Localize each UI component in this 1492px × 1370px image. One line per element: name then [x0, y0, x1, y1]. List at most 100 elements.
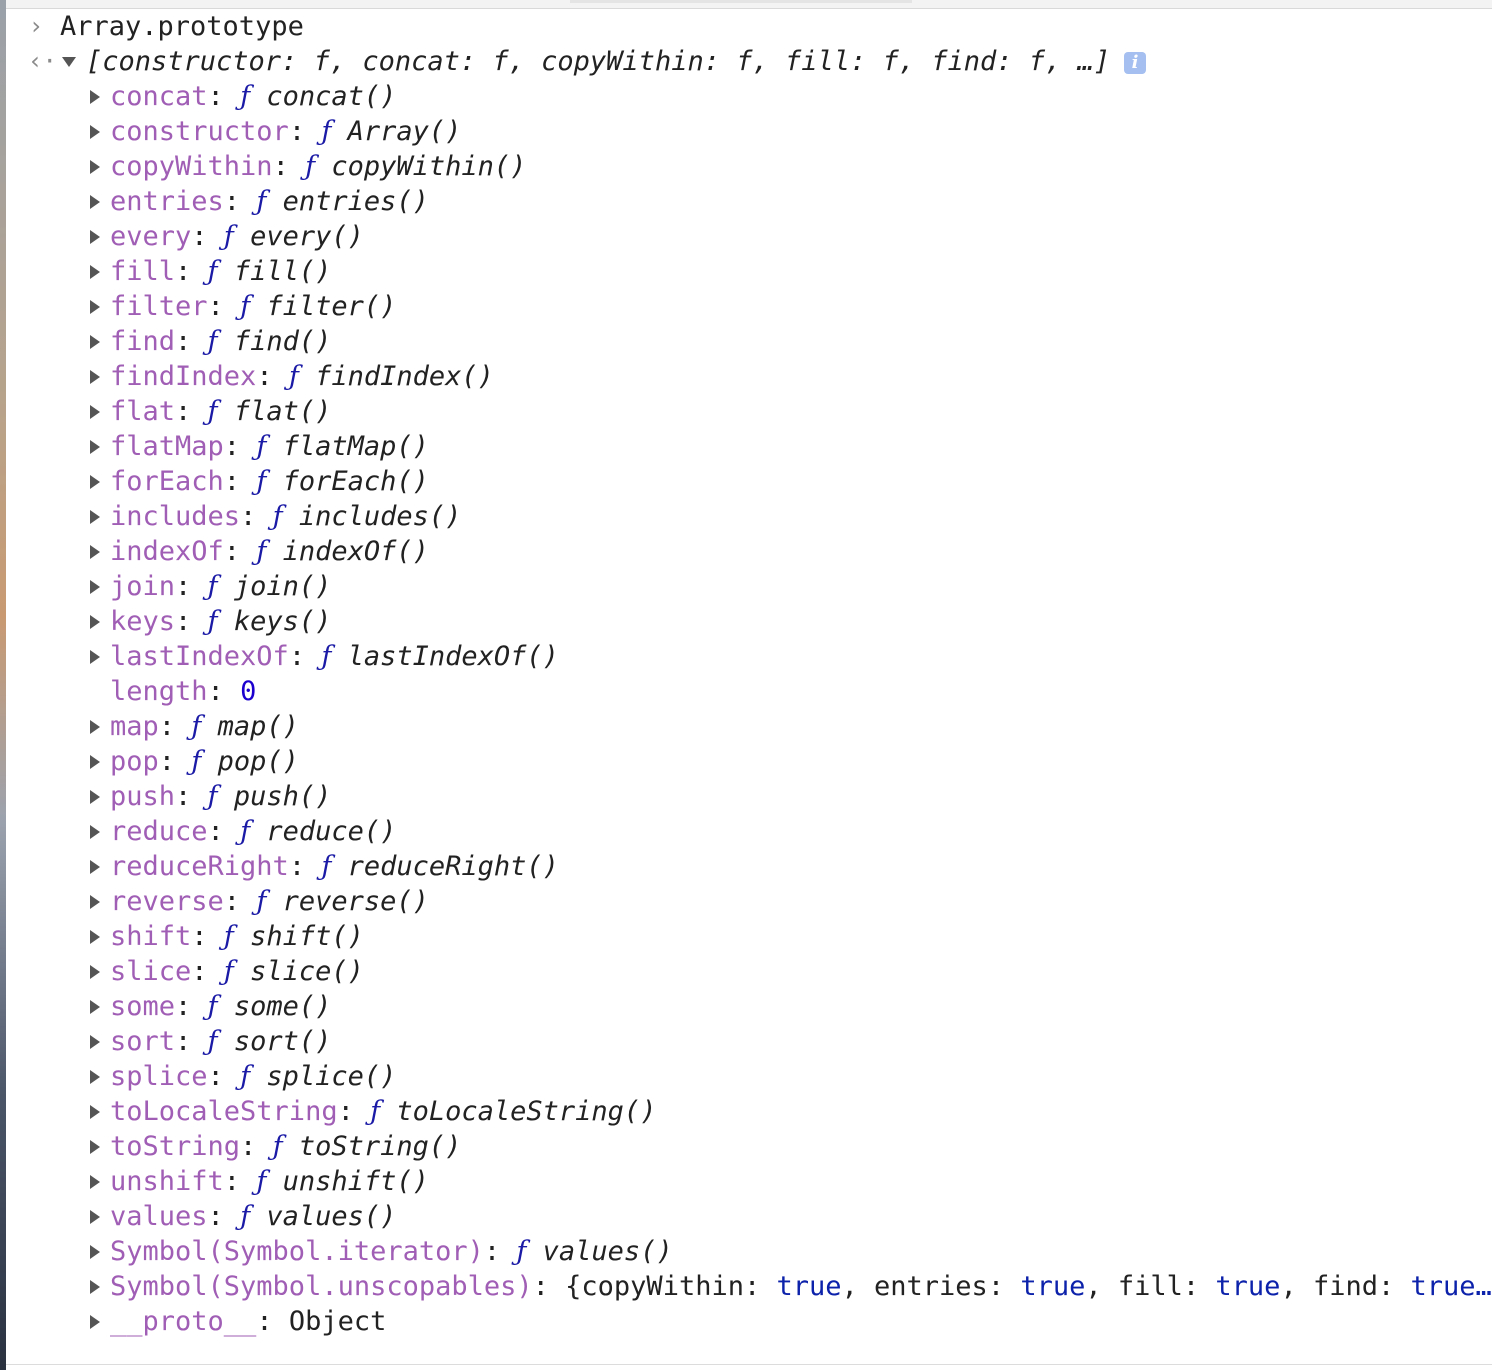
property-row[interactable]: slice: ƒ slice(): [6, 954, 1492, 989]
property-row[interactable]: fill: ƒ fill(): [6, 254, 1492, 289]
property-row[interactable]: includes: ƒ includes(): [6, 499, 1492, 534]
property-row[interactable]: Symbol(Symbol.iterator): ƒ values(): [6, 1234, 1492, 1269]
property-row[interactable]: keys: ƒ keys(): [6, 604, 1492, 639]
expand-caret-icon[interactable]: [90, 1210, 100, 1224]
property-row[interactable]: constructor: ƒ Array(): [6, 114, 1492, 149]
property-row[interactable]: find: ƒ find(): [6, 324, 1492, 359]
property-row[interactable]: shift: ƒ shift(): [6, 919, 1492, 954]
property-row[interactable]: map: ƒ map(): [6, 709, 1492, 744]
function-name: reduceRight(): [347, 851, 559, 882]
function-symbol: ƒ: [191, 711, 202, 742]
property-key: fill: [110, 256, 176, 287]
property-row[interactable]: flat: ƒ flat(): [6, 394, 1492, 429]
property-key: every: [110, 221, 192, 252]
expand-caret-icon[interactable]: [90, 1105, 100, 1119]
property-row[interactable]: pop: ƒ pop(): [6, 744, 1492, 779]
property-colon: :: [240, 1131, 273, 1162]
expand-caret-icon[interactable]: [90, 300, 100, 314]
expand-caret-icon[interactable]: [90, 440, 100, 454]
expand-triangle-icon[interactable]: [62, 57, 76, 67]
property-colon: :: [207, 1201, 241, 1232]
expand-caret-icon[interactable]: [90, 335, 100, 349]
property-row[interactable]: reduceRight: ƒ reduceRight(): [6, 849, 1492, 884]
expand-caret-icon[interactable]: [90, 1070, 100, 1084]
info-icon[interactable]: i: [1124, 51, 1147, 74]
function-symbol: ƒ: [256, 1166, 267, 1197]
expand-caret-icon[interactable]: [90, 1000, 100, 1014]
property-row[interactable]: toLocaleString: ƒ toLocaleString(): [6, 1094, 1492, 1129]
property-row[interactable]: push: ƒ push(): [6, 779, 1492, 814]
expand-caret-icon[interactable]: [90, 965, 100, 979]
expand-caret-icon[interactable]: [90, 720, 100, 734]
property-row[interactable]: sort: ƒ sort(): [6, 1024, 1492, 1059]
function-name: map(): [217, 711, 299, 742]
expand-caret-icon[interactable]: [90, 895, 100, 909]
property-key: constructor: [110, 116, 289, 147]
expand-caret-icon[interactable]: [90, 90, 100, 104]
expand-caret-icon[interactable]: [90, 475, 100, 489]
property-row[interactable]: __proto__: Object: [6, 1304, 1492, 1339]
result-summary[interactable]: [constructor: f, concat: f, copyWithin: …: [86, 44, 1147, 79]
property-value: Object: [288, 1306, 387, 1337]
expand-caret-icon[interactable]: [90, 1245, 100, 1259]
property-row[interactable]: toString: ƒ toString(): [6, 1129, 1492, 1164]
expand-caret-icon[interactable]: [90, 230, 100, 244]
property-row[interactable]: concat: ƒ concat(): [6, 79, 1492, 114]
property-colon: :: [175, 781, 208, 812]
property-row[interactable]: every: ƒ every(): [6, 219, 1492, 254]
console-input-expression: Array.prototype: [60, 11, 304, 42]
function-symbol: ƒ: [256, 886, 267, 917]
expand-caret-icon[interactable]: [90, 930, 100, 944]
expand-caret-icon[interactable]: [90, 580, 100, 594]
property-key: map: [110, 711, 159, 742]
function-symbol: ƒ: [223, 956, 234, 987]
property-entry: join: ƒ join(): [110, 569, 331, 604]
property-row[interactable]: indexOf: ƒ indexOf(): [6, 534, 1492, 569]
expand-caret-icon[interactable]: [90, 1315, 100, 1329]
expand-caret-icon[interactable]: [90, 125, 100, 139]
property-row[interactable]: splice: ƒ splice(): [6, 1059, 1492, 1094]
expand-caret-icon[interactable]: [90, 790, 100, 804]
property-row[interactable]: reduce: ƒ reduce(): [6, 814, 1492, 849]
expand-caret-icon[interactable]: [90, 545, 100, 559]
console-result-line[interactable]: ‹· [constructor: f, concat: f, copyWithi…: [6, 44, 1492, 79]
expand-caret-icon[interactable]: [90, 615, 100, 629]
expand-caret-icon[interactable]: [90, 265, 100, 279]
property-row[interactable]: flatMap: ƒ flatMap(): [6, 429, 1492, 464]
property-row[interactable]: Symbol(Symbol.unscopables): {copyWithin:…: [6, 1269, 1492, 1304]
property-row[interactable]: values: ƒ values(): [6, 1199, 1492, 1234]
expand-caret-icon[interactable]: [90, 825, 100, 839]
expand-caret-icon[interactable]: [90, 160, 100, 174]
property-key: toLocaleString: [110, 1096, 338, 1127]
property-colon: :: [207, 816, 241, 847]
property-row[interactable]: some: ƒ some(): [6, 989, 1492, 1024]
property-key: some: [110, 991, 176, 1022]
property-row[interactable]: join: ƒ join(): [6, 569, 1492, 604]
property-list: concat: ƒ concat() constructor: ƒ Array()…: [6, 79, 1492, 1339]
property-row[interactable]: entries: ƒ entries(): [6, 184, 1492, 219]
expand-caret-icon[interactable]: [90, 1035, 100, 1049]
property-row[interactable]: findIndex: ƒ findIndex(): [6, 359, 1492, 394]
property-row[interactable]: copyWithin: ƒ copyWithin(): [6, 149, 1492, 184]
property-key: keys: [110, 606, 176, 637]
expand-caret-icon[interactable]: [90, 1280, 100, 1294]
expand-caret-icon[interactable]: [90, 195, 100, 209]
preview-boolean: true: [776, 1271, 842, 1302]
property-row[interactable]: unshift: ƒ unshift(): [6, 1164, 1492, 1199]
property-row[interactable]: reverse: ƒ reverse(): [6, 884, 1492, 919]
expand-caret-icon[interactable]: [90, 650, 100, 664]
property-row[interactable]: lastIndexOf: ƒ lastIndexOf(): [6, 639, 1492, 674]
property-row[interactable]: forEach: ƒ forEach(): [6, 464, 1492, 499]
expand-caret-icon[interactable]: [90, 510, 100, 524]
result-summary-text: [constructor: f, concat: f, copyWithin: …: [86, 46, 1111, 77]
expand-caret-icon[interactable]: [90, 370, 100, 384]
expand-caret-icon[interactable]: [90, 860, 100, 874]
expand-caret-icon[interactable]: [90, 1140, 100, 1154]
property-row[interactable]: filter: ƒ filter(): [6, 289, 1492, 324]
expand-caret-icon[interactable]: [90, 1175, 100, 1189]
expand-caret-icon[interactable]: [90, 405, 100, 419]
function-name: join(): [233, 571, 332, 602]
expand-caret-icon[interactable]: [90, 755, 100, 769]
function-symbol: ƒ: [370, 1096, 381, 1127]
property-colon: :: [175, 396, 208, 427]
